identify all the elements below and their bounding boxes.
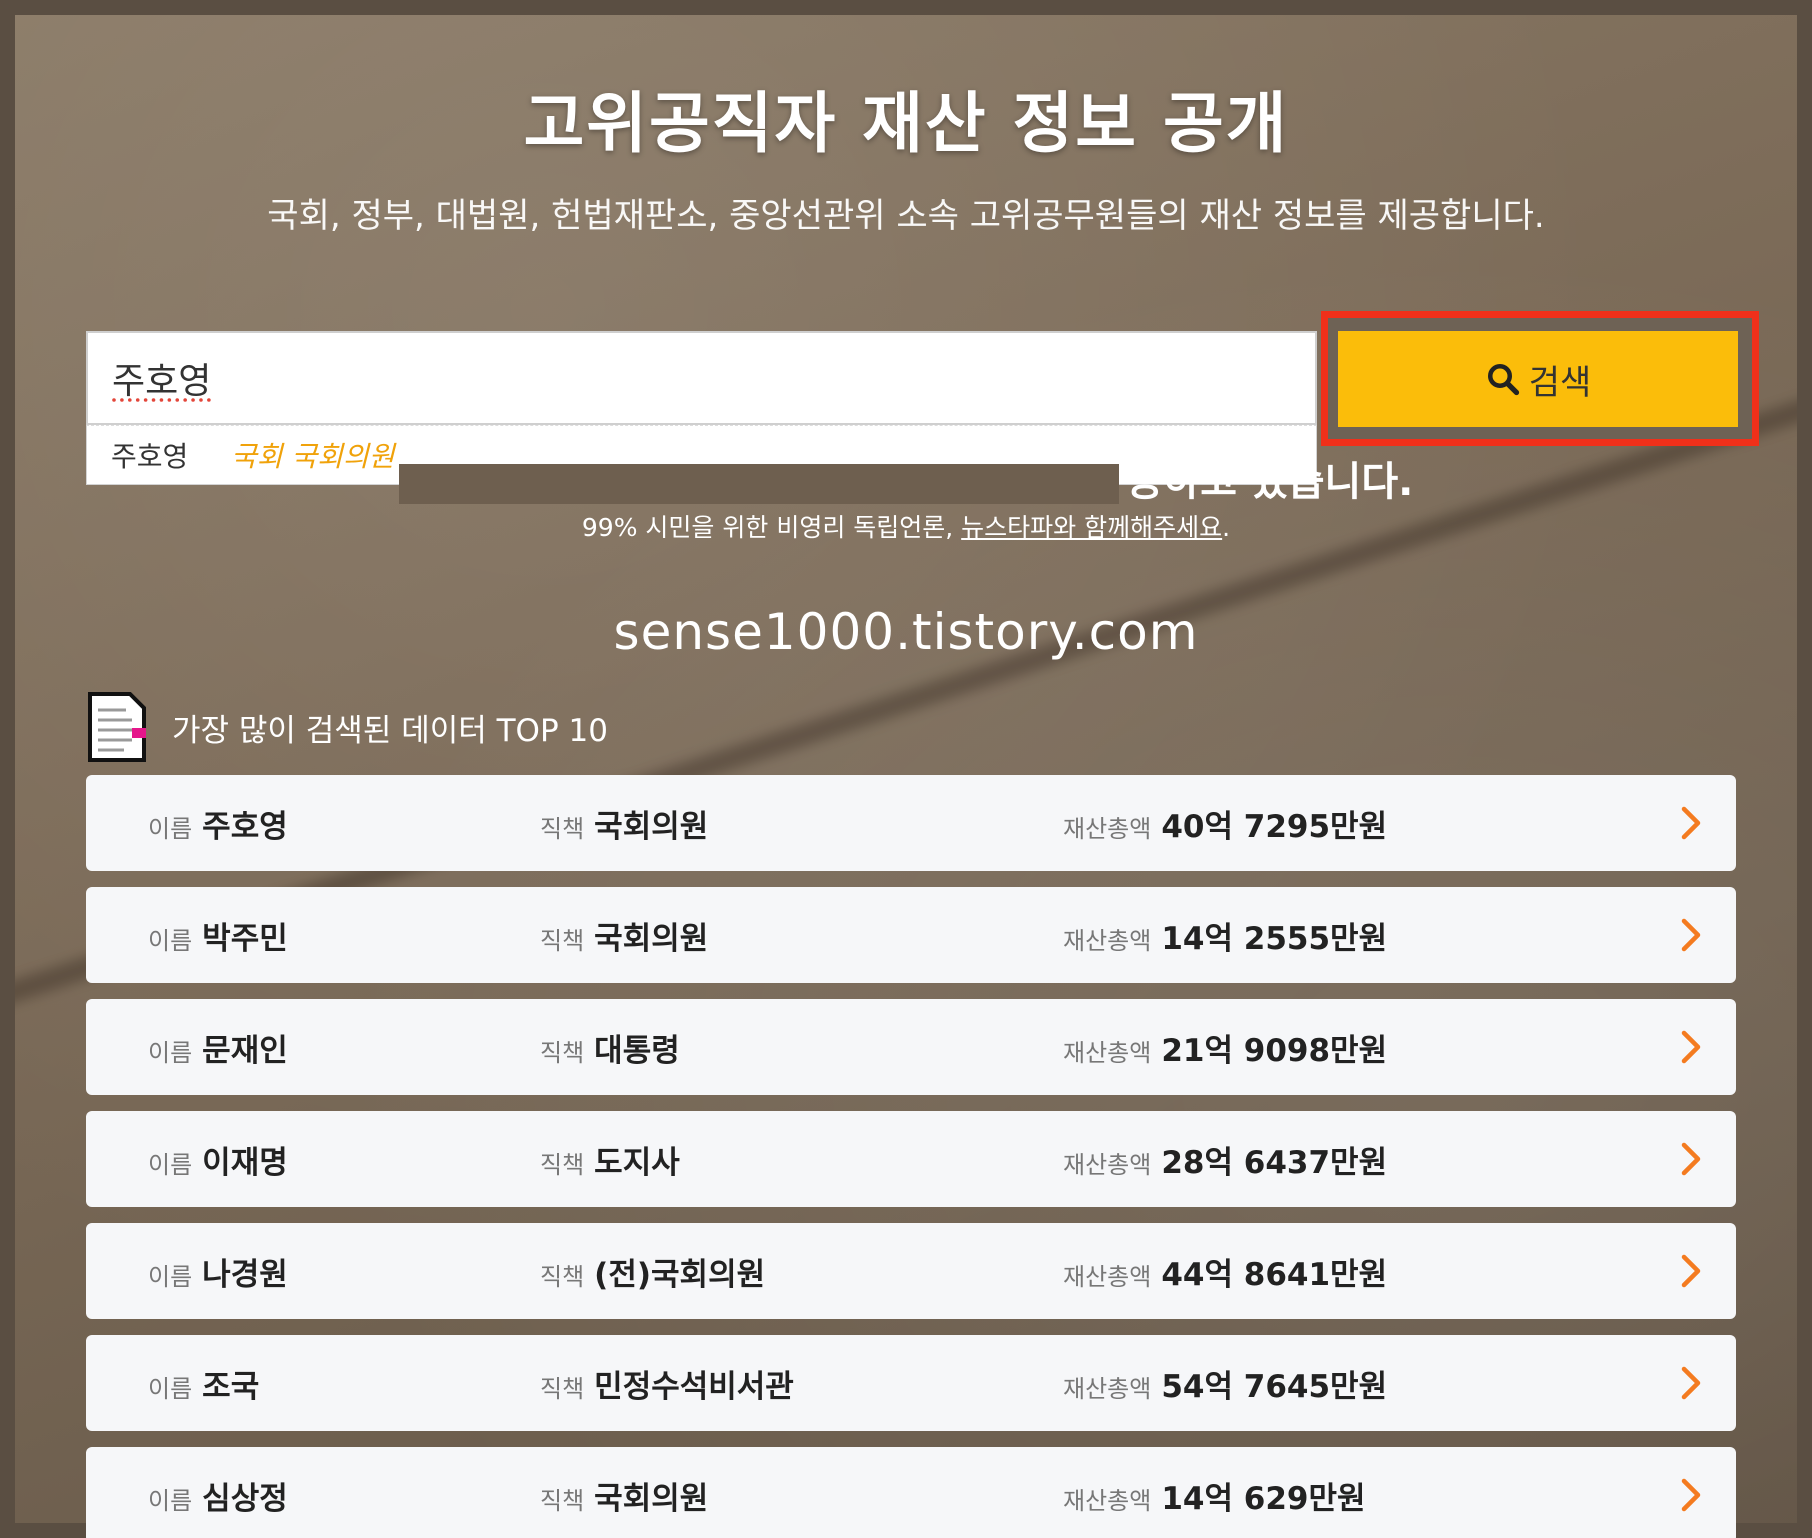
- name-label: 이름: [148, 1374, 193, 1403]
- name-value: 심상정: [202, 1480, 288, 1517]
- chevron-right-icon[interactable]: [1680, 1253, 1702, 1289]
- result-row[interactable]: 이름 문재인 직책 대통령 재산총액 21억 9098만원: [86, 999, 1736, 1095]
- role-value: 민정수석비서관: [594, 1368, 794, 1405]
- result-row[interactable]: 이름 주호영 직책 국회의원 재산총액 40억 7295만원: [86, 775, 1736, 871]
- name-label: 이름: [148, 1038, 193, 1067]
- role-label: 직책: [540, 1486, 585, 1515]
- amount-label: 재산총액: [1063, 1038, 1152, 1067]
- page-subtitle: 국회, 정부, 대법원, 헌법재판소, 중앙선관위 소속 고위공무원들의 재산 …: [267, 196, 1545, 236]
- role-cell: 직책 대통령: [540, 1025, 680, 1070]
- amount-label: 재산총액: [1063, 1150, 1152, 1179]
- role-cell: 직책 (전)국회의원: [540, 1249, 765, 1294]
- role-cell: 직책 국회의원: [540, 1473, 708, 1518]
- role-label: 직책: [540, 1038, 585, 1067]
- top10-heading-text: 가장 많이 검색된 데이터 TOP 10: [172, 712, 608, 749]
- name-value: 박주민: [202, 920, 288, 957]
- amount-value: 21억 9098만원: [1161, 1032, 1388, 1069]
- chevron-right-icon[interactable]: [1680, 1365, 1702, 1401]
- amount-label: 재산총액: [1063, 1262, 1152, 1291]
- role-cell: 직책 도지사: [540, 1137, 680, 1182]
- promo-obscured-text: [398, 464, 1119, 504]
- name-value: 주호영: [202, 808, 288, 845]
- top10-heading: 가장 많이 검색된 데이터 TOP 10: [86, 690, 608, 764]
- chevron-right-icon[interactable]: [1680, 917, 1702, 953]
- support-link[interactable]: 뉴스타파와 함께해주세요: [961, 513, 1222, 542]
- chevron-right-icon[interactable]: [1680, 1477, 1702, 1513]
- name-cell: 이름 나경원: [148, 1249, 288, 1294]
- search-button[interactable]: 검색: [1338, 331, 1738, 427]
- search-icon: [1487, 364, 1519, 396]
- chevron-right-icon[interactable]: [1680, 805, 1702, 841]
- page-title: 고위공직자 재산 정보 공개: [523, 85, 1289, 162]
- amount-value: 14억 2555만원: [1161, 920, 1388, 957]
- amount-value: 14억 629만원: [1161, 1480, 1366, 1517]
- amount-label: 재산총액: [1063, 1486, 1152, 1515]
- role-value: 국회의원: [594, 808, 709, 845]
- role-cell: 직책 민정수석비서관: [540, 1361, 794, 1406]
- amount-cell: 재산총액 14억 2555만원: [1063, 913, 1387, 958]
- name-cell: 이름 조국: [148, 1361, 259, 1406]
- name-value: 문재인: [202, 1032, 288, 1069]
- search-input-value: 주호영: [112, 361, 212, 402]
- result-row[interactable]: 이름 박주민 직책 국회의원 재산총액 14억 2555만원: [86, 887, 1736, 983]
- promo-line-1-text: 공하고 있습니다.: [1126, 459, 1414, 505]
- promo-line-2: 99% 시민을 위한 비영리 독립언론, 뉴스타파와 함께해주세요.: [0, 508, 1812, 544]
- role-label: 직책: [540, 814, 585, 843]
- role-value: (전)국회의원: [594, 1256, 766, 1293]
- name-cell: 이름 주호영: [148, 801, 288, 846]
- top10-list: 이름 주호영 직책 국회의원 재산총액 40억 7295만원 이름 박주민 직책…: [86, 775, 1736, 1538]
- amount-value: 28억 6437만원: [1161, 1144, 1388, 1181]
- role-value: 대통령: [594, 1032, 680, 1069]
- amount-label: 재산총액: [1063, 814, 1152, 843]
- amount-cell: 재산총액 28억 6437만원: [1063, 1137, 1387, 1182]
- chevron-right-icon[interactable]: [1680, 1141, 1702, 1177]
- name-cell: 이름 문재인: [148, 1025, 288, 1070]
- role-label: 직책: [540, 926, 585, 955]
- promo-line-2-suffix: .: [1222, 513, 1231, 542]
- amount-cell: 재산총액 14억 629만원: [1063, 1473, 1366, 1518]
- promo-line-1: 공하고 있습니다.: [0, 449, 1812, 507]
- name-label: 이름: [148, 1150, 193, 1179]
- result-row[interactable]: 이름 나경원 직책 (전)국회의원 재산총액 44억 8641만원: [86, 1223, 1736, 1319]
- result-row[interactable]: 이름 조국 직책 민정수석비서관 재산총액 54억 7645만원: [86, 1335, 1736, 1431]
- promo-line-2-prefix: 99% 시민을 위한 비영리 독립언론,: [581, 513, 954, 542]
- role-value: 국회의원: [594, 1480, 709, 1517]
- name-value: 나경원: [202, 1256, 288, 1293]
- amount-label: 재산총액: [1063, 926, 1152, 955]
- amount-cell: 재산총액 40억 7295만원: [1063, 801, 1387, 846]
- amount-label: 재산총액: [1063, 1374, 1152, 1403]
- name-cell: 이름 심상정: [148, 1473, 288, 1518]
- chevron-right-icon[interactable]: [1680, 1029, 1702, 1065]
- name-cell: 이름 박주민: [148, 913, 288, 958]
- name-label: 이름: [148, 814, 193, 843]
- amount-cell: 재산총액 44억 8641만원: [1063, 1249, 1387, 1294]
- document-icon: [88, 692, 146, 762]
- role-value: 국회의원: [594, 920, 709, 957]
- name-value: 조국: [202, 1368, 260, 1405]
- result-row[interactable]: 이름 심상정 직책 국회의원 재산총액 14억 629만원: [86, 1447, 1736, 1538]
- amount-value: 44억 8641만원: [1161, 1256, 1388, 1293]
- name-label: 이름: [148, 926, 193, 955]
- name-value: 이재명: [202, 1144, 288, 1181]
- watermark: sense1000.tistory.com: [613, 603, 1199, 661]
- search-input[interactable]: 주호영: [86, 331, 1317, 425]
- role-label: 직책: [540, 1150, 585, 1179]
- role-value: 도지사: [594, 1144, 680, 1181]
- result-row[interactable]: 이름 이재명 직책 도지사 재산총액 28억 6437만원: [86, 1111, 1736, 1207]
- amount-cell: 재산총액 21억 9098만원: [1063, 1025, 1387, 1070]
- name-label: 이름: [148, 1486, 193, 1515]
- role-label: 직책: [540, 1262, 585, 1291]
- amount-value: 40억 7295만원: [1161, 808, 1388, 845]
- page: 고위공직자 재산 정보 공개 국회, 정부, 대법원, 헌법재판소, 중앙선관위…: [0, 0, 1812, 1538]
- name-label: 이름: [148, 1262, 193, 1291]
- amount-value: 54억 7645만원: [1161, 1368, 1388, 1405]
- role-cell: 직책 국회의원: [540, 801, 708, 846]
- amount-cell: 재산총액 54억 7645만원: [1063, 1361, 1387, 1406]
- role-cell: 직책 국회의원: [540, 913, 708, 958]
- role-label: 직책: [540, 1374, 585, 1403]
- name-cell: 이름 이재명: [148, 1137, 288, 1182]
- search-button-label: 검색: [1528, 362, 1592, 403]
